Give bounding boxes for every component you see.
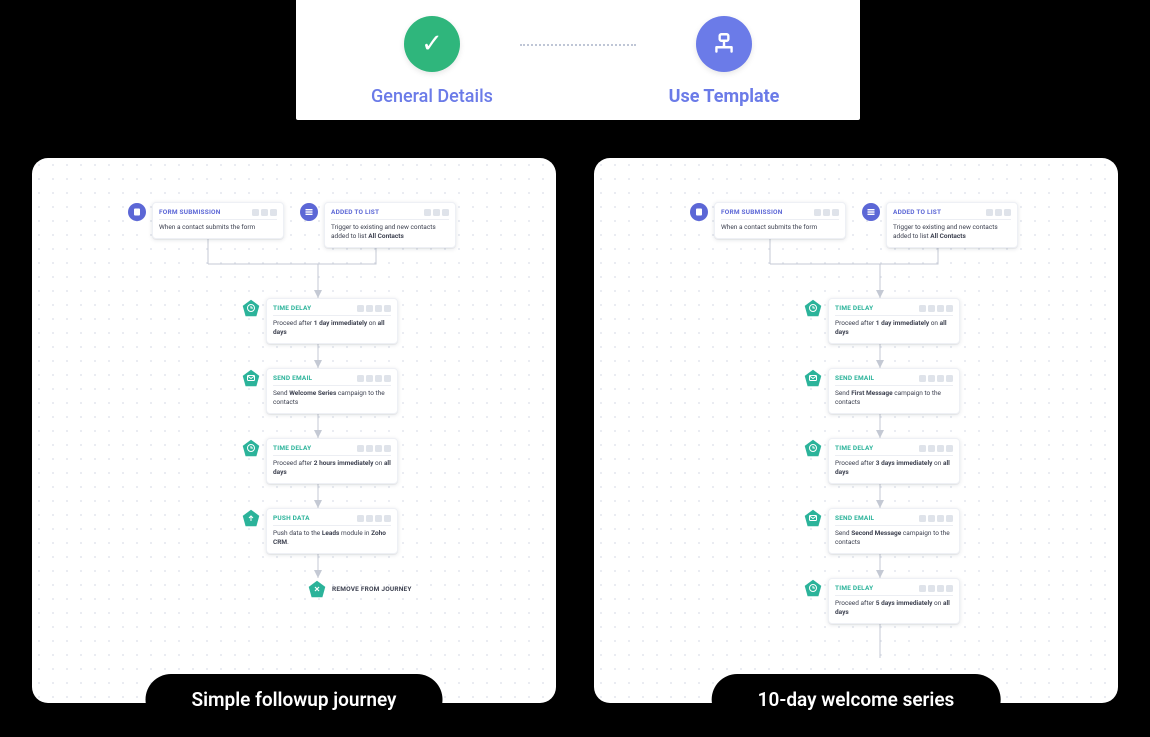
clock-icon [804, 439, 822, 457]
step-general-details[interactable]: ✓ General Details [352, 16, 512, 107]
node-toolbar[interactable] [919, 585, 953, 592]
connectors [32, 158, 556, 703]
mail-icon [242, 369, 260, 387]
node-toolbar[interactable] [919, 515, 953, 522]
mail-icon [804, 509, 822, 527]
step-use-template[interactable]: Use Template [644, 16, 804, 107]
template-card-10-day-welcome[interactable]: FORM SUBMISSION When a contact submits t… [594, 158, 1118, 703]
step-time-delay[interactable]: TIME DELAY Proceed after 1 day immediate… [804, 298, 960, 344]
step-time-delay[interactable]: TIME DELAY Proceed after 3 days immediat… [804, 438, 960, 484]
list-icon [862, 203, 880, 221]
step-push-data[interactable]: PUSH DATA Push data to the Leads module … [242, 508, 398, 554]
form-icon [690, 203, 708, 221]
node-toolbar[interactable] [919, 445, 953, 452]
trigger-added-to-list[interactable]: ADDED TO LIST Trigger to existing and ne… [300, 202, 456, 248]
node-toolbar[interactable] [919, 375, 953, 382]
trigger-added-to-list[interactable]: ADDED TO LIST Trigger to existing and ne… [862, 202, 1018, 248]
step-send-email[interactable]: SEND EMAIL Send Welcome Series campaign … [242, 368, 398, 414]
node-toolbar[interactable] [357, 375, 391, 382]
step-time-delay[interactable]: TIME DELAY Proceed after 2 hours immedia… [242, 438, 398, 484]
node-toolbar[interactable] [357, 445, 391, 452]
form-icon [128, 203, 146, 221]
mail-icon [804, 369, 822, 387]
stepper-panel: ✓ General Details Use Template [296, 0, 860, 120]
node-toolbar[interactable] [357, 515, 391, 522]
trigger-form-submission[interactable]: FORM SUBMISSION When a contact submits t… [690, 202, 846, 239]
clock-icon [242, 299, 260, 317]
step-send-email[interactable]: SEND EMAIL Send Second Message campaign … [804, 508, 960, 554]
wizard-stepper: ✓ General Details Use Template [296, 0, 860, 107]
clock-icon [804, 579, 822, 597]
exit-icon [308, 580, 326, 598]
template-caption: 10-day welcome series [712, 674, 1001, 725]
node-toolbar[interactable] [252, 209, 277, 216]
template-icon [696, 16, 752, 72]
node-toolbar[interactable] [424, 209, 449, 216]
stepper-connector [520, 44, 636, 46]
clock-icon [804, 299, 822, 317]
template-gallery: FORM SUBMISSION When a contact submits t… [32, 158, 1118, 703]
step-send-email[interactable]: SEND EMAIL Send First Message campaign t… [804, 368, 960, 414]
upload-icon [242, 509, 260, 527]
node-toolbar[interactable] [919, 305, 953, 312]
step-label: Use Template [669, 86, 780, 107]
template-caption: Simple followup journey [146, 674, 443, 725]
end-remove-from-journey[interactable]: REMOVE FROM JOURNEY [308, 579, 412, 598]
clock-icon [242, 439, 260, 457]
journey-canvas: FORM SUBMISSION When a contact submits t… [594, 158, 1118, 703]
node-toolbar[interactable] [814, 209, 839, 216]
step-label: General Details [371, 86, 493, 107]
list-icon [300, 203, 318, 221]
journey-canvas: FORM SUBMISSION When a contact submits t… [32, 158, 556, 703]
step-time-delay[interactable]: TIME DELAY Proceed after 5 days immediat… [804, 578, 960, 624]
step-time-delay[interactable]: TIME DELAY Proceed after 1 day immediate… [242, 298, 398, 344]
node-toolbar[interactable] [357, 305, 391, 312]
template-card-simple-followup[interactable]: FORM SUBMISSION When a contact submits t… [32, 158, 556, 703]
check-icon: ✓ [404, 16, 460, 72]
node-toolbar[interactable] [986, 209, 1011, 216]
trigger-form-submission[interactable]: FORM SUBMISSION When a contact submits t… [128, 202, 284, 239]
